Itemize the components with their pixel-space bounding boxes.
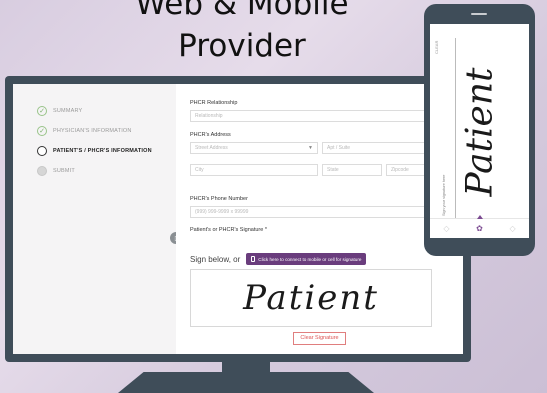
state-input[interactable]: State xyxy=(322,164,382,176)
street-address-input[interactable]: Street Address ▼ xyxy=(190,142,318,154)
signature-text: Patient xyxy=(243,278,379,318)
headline-line-2: Provider xyxy=(178,28,306,64)
step-summary[interactable]: ✓ SUMMARY xyxy=(37,106,82,116)
sidebar: ✓ SUMMARY ✓ PHYSICIAN'S INFORMATION PATI… xyxy=(13,84,168,354)
step-label: PHYSICIAN'S INFORMATION xyxy=(53,128,132,134)
phone-signature-text: Patient xyxy=(459,67,501,197)
phone-number-input[interactable]: (999) 999-9999 x 99999 xyxy=(190,206,448,218)
phone: CLEAR Sign your signature here Patient ◇… xyxy=(424,4,535,256)
step-submit[interactable]: SUBMIT xyxy=(37,166,75,176)
step-patient-phcr-information[interactable]: PATIENT'S / PHCR'S INFORMATION xyxy=(37,146,152,156)
monitor: ✓ SUMMARY ✓ PHYSICIAN'S INFORMATION PATI… xyxy=(5,76,471,362)
city-input[interactable]: City xyxy=(190,164,318,176)
clear-signature-button[interactable]: Clear Signature xyxy=(293,332,346,345)
relationship-label: PHCR Relationship xyxy=(190,100,238,106)
phone-clear-button[interactable]: CLEAR xyxy=(434,41,439,54)
monitor-stand-neck xyxy=(222,362,270,372)
step-label: PATIENT'S / PHCR'S INFORMATION xyxy=(53,148,152,154)
phone-icon xyxy=(251,256,256,262)
phone-nav-bar: ◇ ✿ ◇ xyxy=(430,215,529,238)
open-circle-icon xyxy=(37,146,47,156)
step-physician-information[interactable]: ✓ PHYSICIAN'S INFORMATION xyxy=(37,126,132,136)
step-label: SUMMARY xyxy=(53,108,83,114)
check-icon: ✓ xyxy=(37,126,47,136)
step-label: SUBMIT xyxy=(53,168,75,174)
signature-pad[interactable]: Patient xyxy=(190,269,432,327)
pending-circle-icon xyxy=(37,166,47,176)
phone-screen: CLEAR Sign your signature here Patient ◇… xyxy=(430,24,529,238)
nav-right-icon[interactable]: ◇ xyxy=(510,224,516,233)
headline-line-1: Web & Mobile xyxy=(135,0,349,22)
phone-signature-line xyxy=(455,38,456,218)
nav-signature-icon[interactable]: ✿ xyxy=(476,224,483,233)
phone-number-label: PHCR's Phone Number xyxy=(190,196,248,202)
check-icon: ✓ xyxy=(37,106,47,116)
nav-left-icon[interactable]: ◇ xyxy=(443,224,449,233)
relationship-input[interactable]: Relationship xyxy=(190,110,448,122)
sign-row: Sign below, or Click here to connect to … xyxy=(190,253,367,265)
form: PHCR Relationship Relationship PHCR's Ad… xyxy=(176,84,463,354)
phone-speaker xyxy=(471,13,487,15)
address-label: PHCR's Address xyxy=(190,132,231,138)
phone-signature-hint: Sign your signature here xyxy=(442,174,446,216)
street-address-placeholder: Street Address xyxy=(195,145,228,151)
chevron-down-icon: ▼ xyxy=(308,145,313,151)
sign-below-text: Sign below, or xyxy=(190,254,241,264)
monitor-screen: ✓ SUMMARY ✓ PHYSICIAN'S INFORMATION PATI… xyxy=(13,84,463,354)
monitor-stand-base xyxy=(118,372,374,393)
nav-tick-icon xyxy=(477,215,483,219)
signature-label: Patient's or PHCR's Signature * xyxy=(190,227,267,233)
connect-mobile-button[interactable]: Click here to connect to mobile or cell … xyxy=(246,253,367,265)
connect-mobile-label: Click here to connect to mobile or cell … xyxy=(258,256,362,262)
